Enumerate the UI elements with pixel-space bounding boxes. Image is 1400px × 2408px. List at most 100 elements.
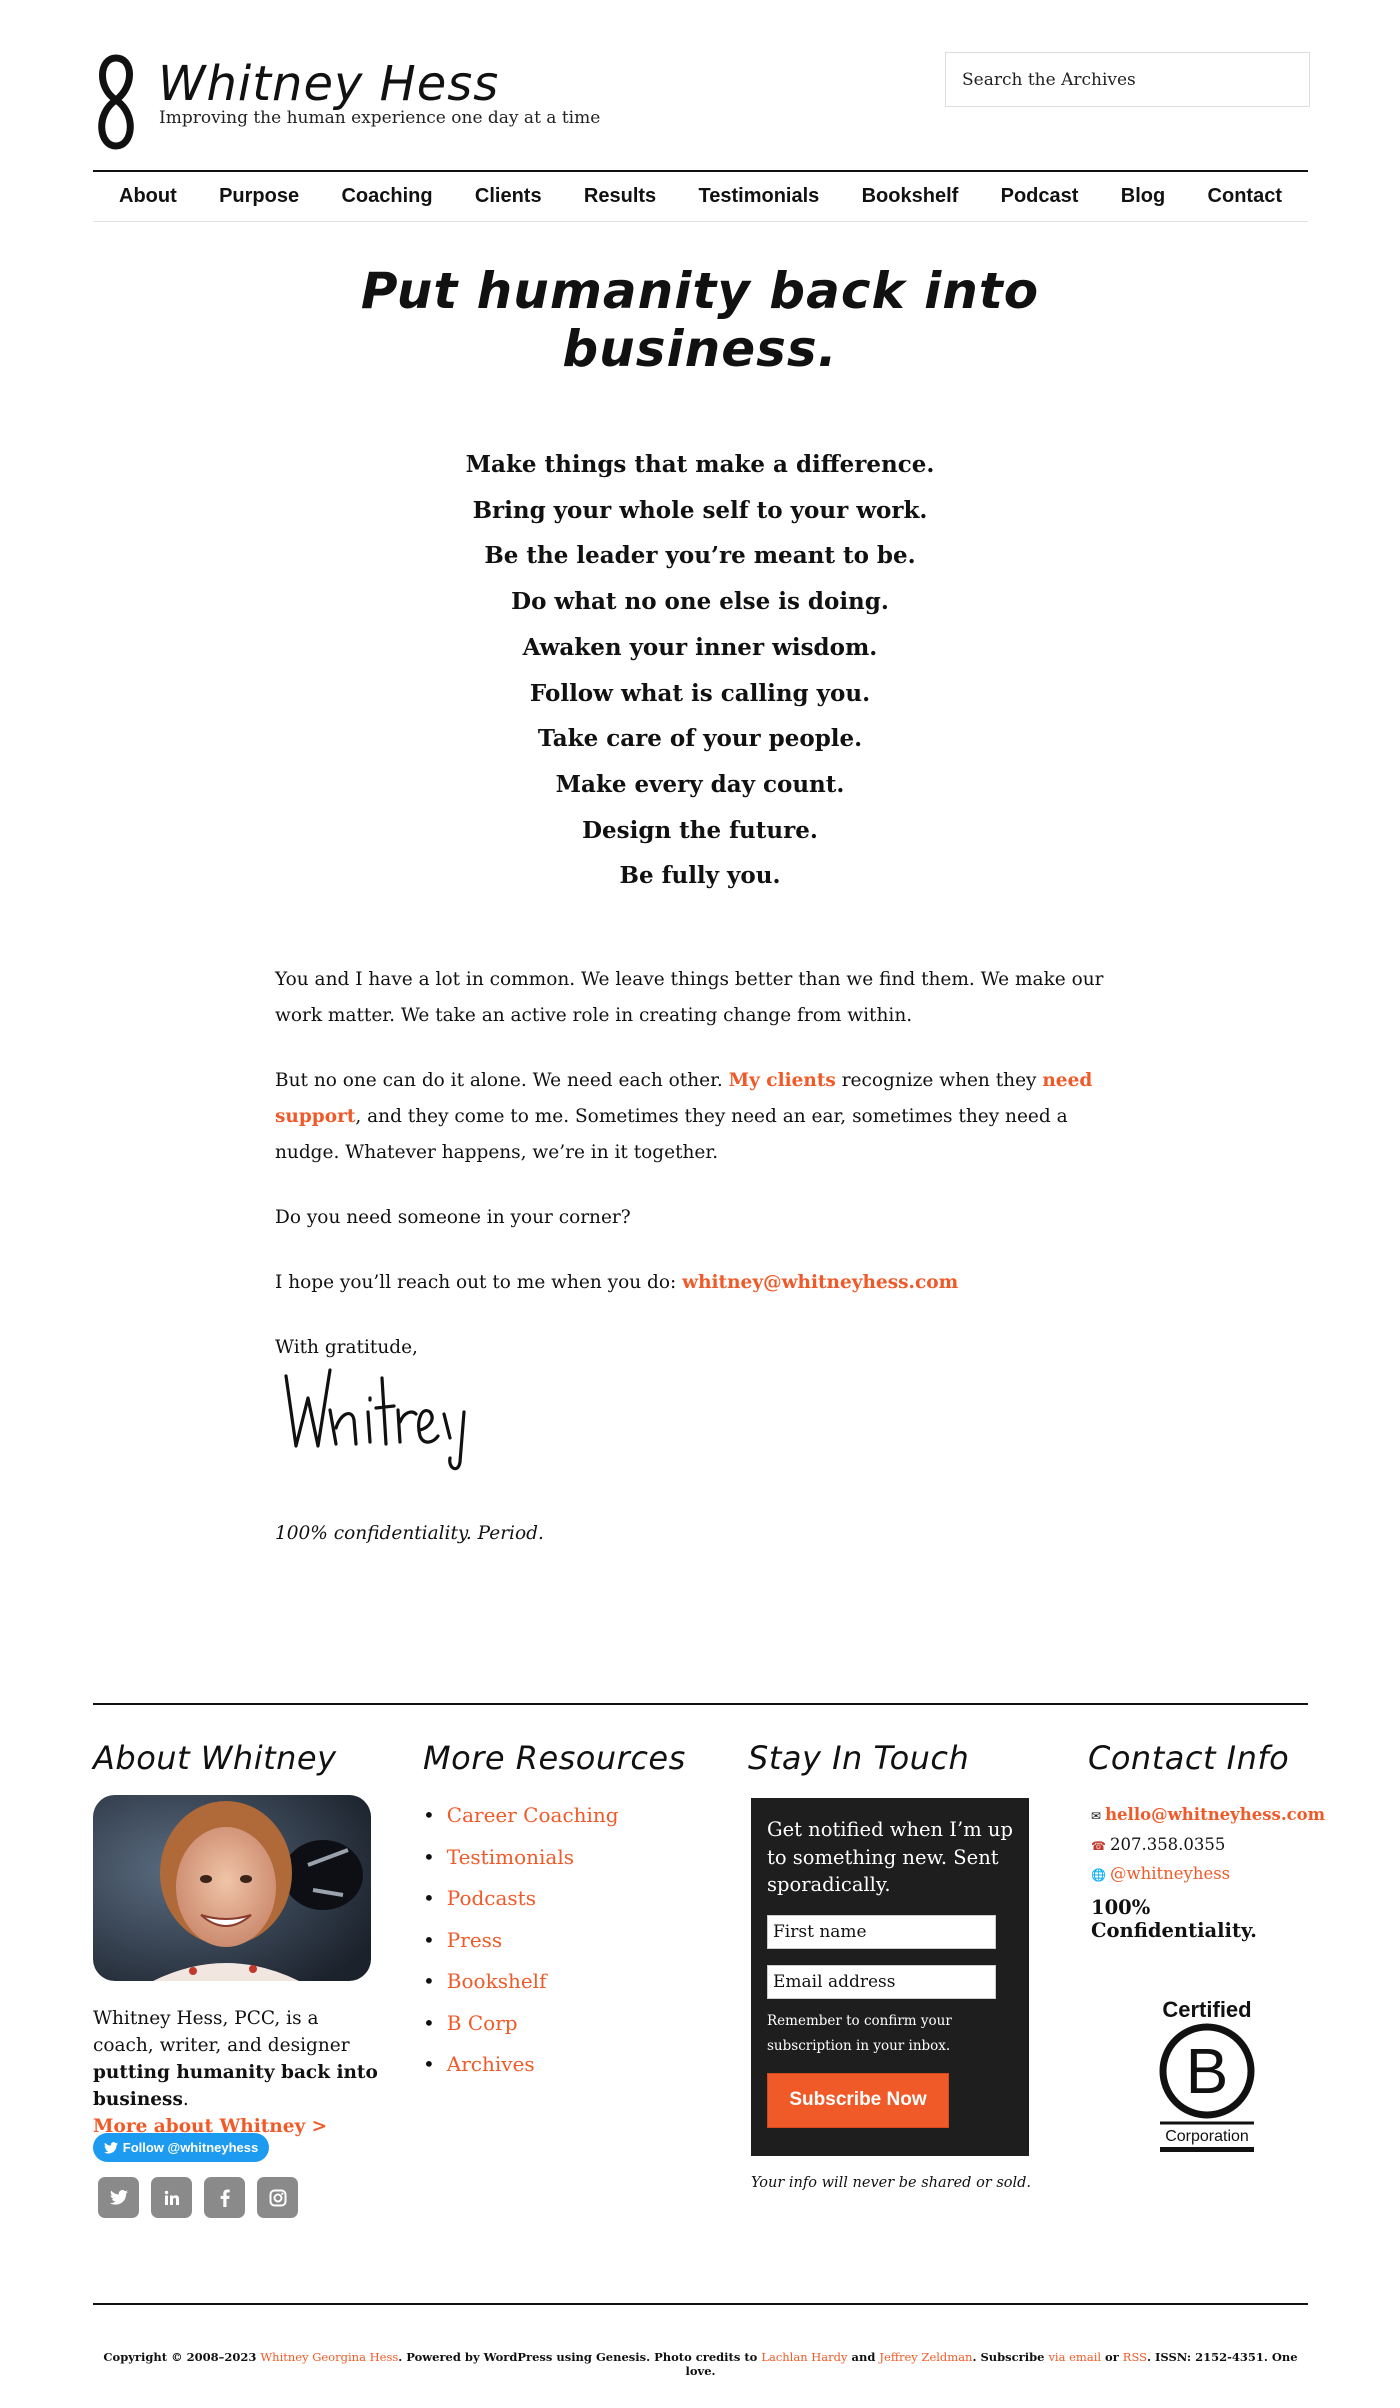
newsletter-form: Get notified when I’m up to something ne… xyxy=(751,1798,1029,2156)
resource-item: Podcasts xyxy=(423,1878,619,1920)
my-clients-link[interactable]: My clients xyxy=(729,1070,836,1091)
resource-link[interactable]: Press xyxy=(447,1928,502,1952)
photo-credit-link[interactable]: Lachlan Hardy xyxy=(761,2350,847,2364)
text-span: . Subscribe xyxy=(972,2350,1049,2364)
paragraph-reach-out: I hope you’ll reach out to me when you d… xyxy=(275,1265,1125,1301)
rss-link[interactable]: RSS xyxy=(1123,2350,1147,2364)
paragraph-question: Do you need someone in your corner? xyxy=(275,1207,631,1228)
mantra-item: Do what no one else is doing. xyxy=(511,588,889,616)
copyright-line: Copyright © 2008–2023 Whitney Georgina H… xyxy=(93,2350,1308,2378)
mantra-item: Take care of your people. xyxy=(537,725,863,753)
nav-item-coaching[interactable]: Coaching xyxy=(341,185,432,208)
mantra-item: Be the leader you’re meant to be. xyxy=(484,542,916,570)
photo-credit-link[interactable]: Jeffrey Zeldman xyxy=(879,2350,972,2364)
mantra-item: Design the future. xyxy=(582,816,818,844)
text-span: putting humanity back into business xyxy=(93,2062,378,2110)
instagram-icon[interactable] xyxy=(257,2177,298,2218)
mantra-item: Awaken your inner wisdom. xyxy=(522,633,878,661)
text-span: and xyxy=(847,2350,880,2364)
text-span: , and they come to me. Sometimes they ne… xyxy=(275,1106,1068,1163)
intro-text: You and I have a lot in common. We leave… xyxy=(275,962,1125,1395)
phone-icon: ☎ xyxy=(1091,1838,1106,1853)
site-title[interactable]: Whitney Hess xyxy=(158,56,499,112)
mantra-item: Follow what is calling you. xyxy=(529,679,871,707)
text-span: Whitney Hess, PCC, is a coach, writer, a… xyxy=(93,2008,350,2056)
contact-email-link[interactable]: hello@whitneyhess.com xyxy=(1105,1805,1325,1824)
infinity-logo-icon[interactable] xyxy=(93,52,139,152)
about-title: About Whitney xyxy=(93,1739,337,1777)
bcorp-letter: B xyxy=(1186,2035,1229,2107)
resource-link[interactable]: Bookshelf xyxy=(447,1969,547,1993)
footer-divider xyxy=(93,2303,1308,2305)
subscribe-email-link[interactable]: via email xyxy=(1048,2350,1101,2364)
nav-item-bookshelf[interactable]: Bookshelf xyxy=(862,185,959,208)
handwritten-signature xyxy=(284,1368,466,1471)
page-heading: Put humanity back into business. xyxy=(360,262,1040,378)
nav-item-podcast[interactable]: Podcast xyxy=(1001,185,1079,208)
twitter-follow-button[interactable]: Follow @whitneyhess xyxy=(93,2133,269,2162)
bcorp-top-text: Certified xyxy=(1162,1997,1251,2022)
text-span: But no one can do it alone. We need each… xyxy=(275,1070,729,1091)
site-tagline: Improving the human experience one day a… xyxy=(159,108,601,128)
bcorp-certified-icon: Certified B Corporation xyxy=(1159,1997,1255,2152)
author-link[interactable]: Whitney Georgina Hess xyxy=(260,2350,398,2364)
email-link[interactable]: whitney@whitneyhess.com xyxy=(682,1272,958,1293)
mantra-item: Bring your whole self to your work. xyxy=(472,496,928,524)
resource-item: Career Coaching xyxy=(423,1795,619,1837)
contact-phone-row: ☎ 207.358.0355 xyxy=(1091,1831,1325,1861)
resource-item: Press xyxy=(423,1920,619,1962)
nav-item-about[interactable]: About xyxy=(119,185,177,208)
social-icons xyxy=(98,2177,298,2218)
contact-info-title: Contact Info xyxy=(1088,1739,1290,1777)
nav-item-blog[interactable]: Blog xyxy=(1121,185,1165,208)
resource-link[interactable]: Testimonials xyxy=(447,1845,574,1869)
text-span: I hope you’ll reach out to me when you d… xyxy=(275,1272,683,1293)
contact-email-row: ✉ hello@whitneyhess.com xyxy=(1091,1801,1325,1831)
resource-item: Testimonials xyxy=(423,1837,619,1879)
resource-item: B Corp xyxy=(423,2003,619,2045)
mantra-list: Make things that make a difference. Brin… xyxy=(300,442,1100,899)
resource-item: Archives xyxy=(423,2044,619,2086)
email-address-field[interactable] xyxy=(767,1964,996,1999)
twitter-bird-icon xyxy=(103,2141,118,2154)
facebook-icon[interactable] xyxy=(204,2177,245,2218)
contact-handle-link[interactable]: @whitneyhess xyxy=(1110,1864,1230,1883)
contact-phone: 207.358.0355 xyxy=(1109,1834,1226,1854)
resource-link[interactable]: Podcasts xyxy=(447,1886,536,1910)
text-span: Copyright © 2008–2023 xyxy=(103,2350,261,2364)
mantra-item: Make every day count. xyxy=(555,770,845,798)
mantra-item: Be fully you. xyxy=(619,862,781,890)
portrait-photo xyxy=(93,1795,371,1981)
mantra-item: Make things that make a difference. xyxy=(465,451,935,478)
resource-link[interactable]: Career Coaching xyxy=(447,1803,619,1827)
paragraph-common: You and I have a lot in common. We leave… xyxy=(275,969,1104,1026)
resources-list: Career Coaching Testimonials Podcasts Pr… xyxy=(423,1795,619,2086)
search-input[interactable] xyxy=(945,52,1310,107)
contact-handle-row: 🌐 @whitneyhess xyxy=(1091,1860,1325,1890)
twitter-icon[interactable] xyxy=(98,2177,139,2218)
globe-icon: 🌐 xyxy=(1091,1868,1106,1882)
subscribe-button[interactable]: Subscribe Now xyxy=(767,2072,949,2128)
bcorp-logo[interactable]: Certified B Corporation xyxy=(1152,1995,1262,2155)
bcorp-bottom-text: Corporation xyxy=(1165,2128,1249,2145)
privacy-note: Your info will never be shared or sold. xyxy=(751,2175,1032,2191)
nav-item-clients[interactable]: Clients xyxy=(475,185,542,208)
about-bio: Whitney Hess, PCC, is a coach, writer, a… xyxy=(93,2005,383,2140)
nav-item-contact[interactable]: Contact xyxy=(1208,185,1282,208)
confirm-note: Remember to confirm your subscription in… xyxy=(767,2012,952,2054)
text-span: or xyxy=(1101,2350,1123,2364)
resources-title: More Resources xyxy=(423,1739,686,1777)
nav-item-purpose[interactable]: Purpose xyxy=(219,185,299,208)
first-name-field[interactable] xyxy=(767,1914,996,1949)
newsletter-text: Get notified when I’m up to something ne… xyxy=(767,1818,1013,1896)
nav-item-testimonials[interactable]: Testimonials xyxy=(699,185,820,208)
site-header: Whitney Hess Improving the human experie… xyxy=(93,52,1310,152)
text-span: . Powered by WordPress using Genesis. Ph… xyxy=(398,2350,762,2364)
text-span: recognize when they xyxy=(835,1070,1043,1091)
main-nav: About Purpose Coaching Clients Results T… xyxy=(93,170,1308,222)
resource-link[interactable]: B Corp xyxy=(447,2011,518,2035)
resource-link[interactable]: Archives xyxy=(447,2052,535,2076)
confidentiality-statement: 100% Confidentiality. xyxy=(1091,1896,1257,1942)
nav-item-results[interactable]: Results xyxy=(584,185,656,208)
linkedin-icon[interactable] xyxy=(151,2177,192,2218)
